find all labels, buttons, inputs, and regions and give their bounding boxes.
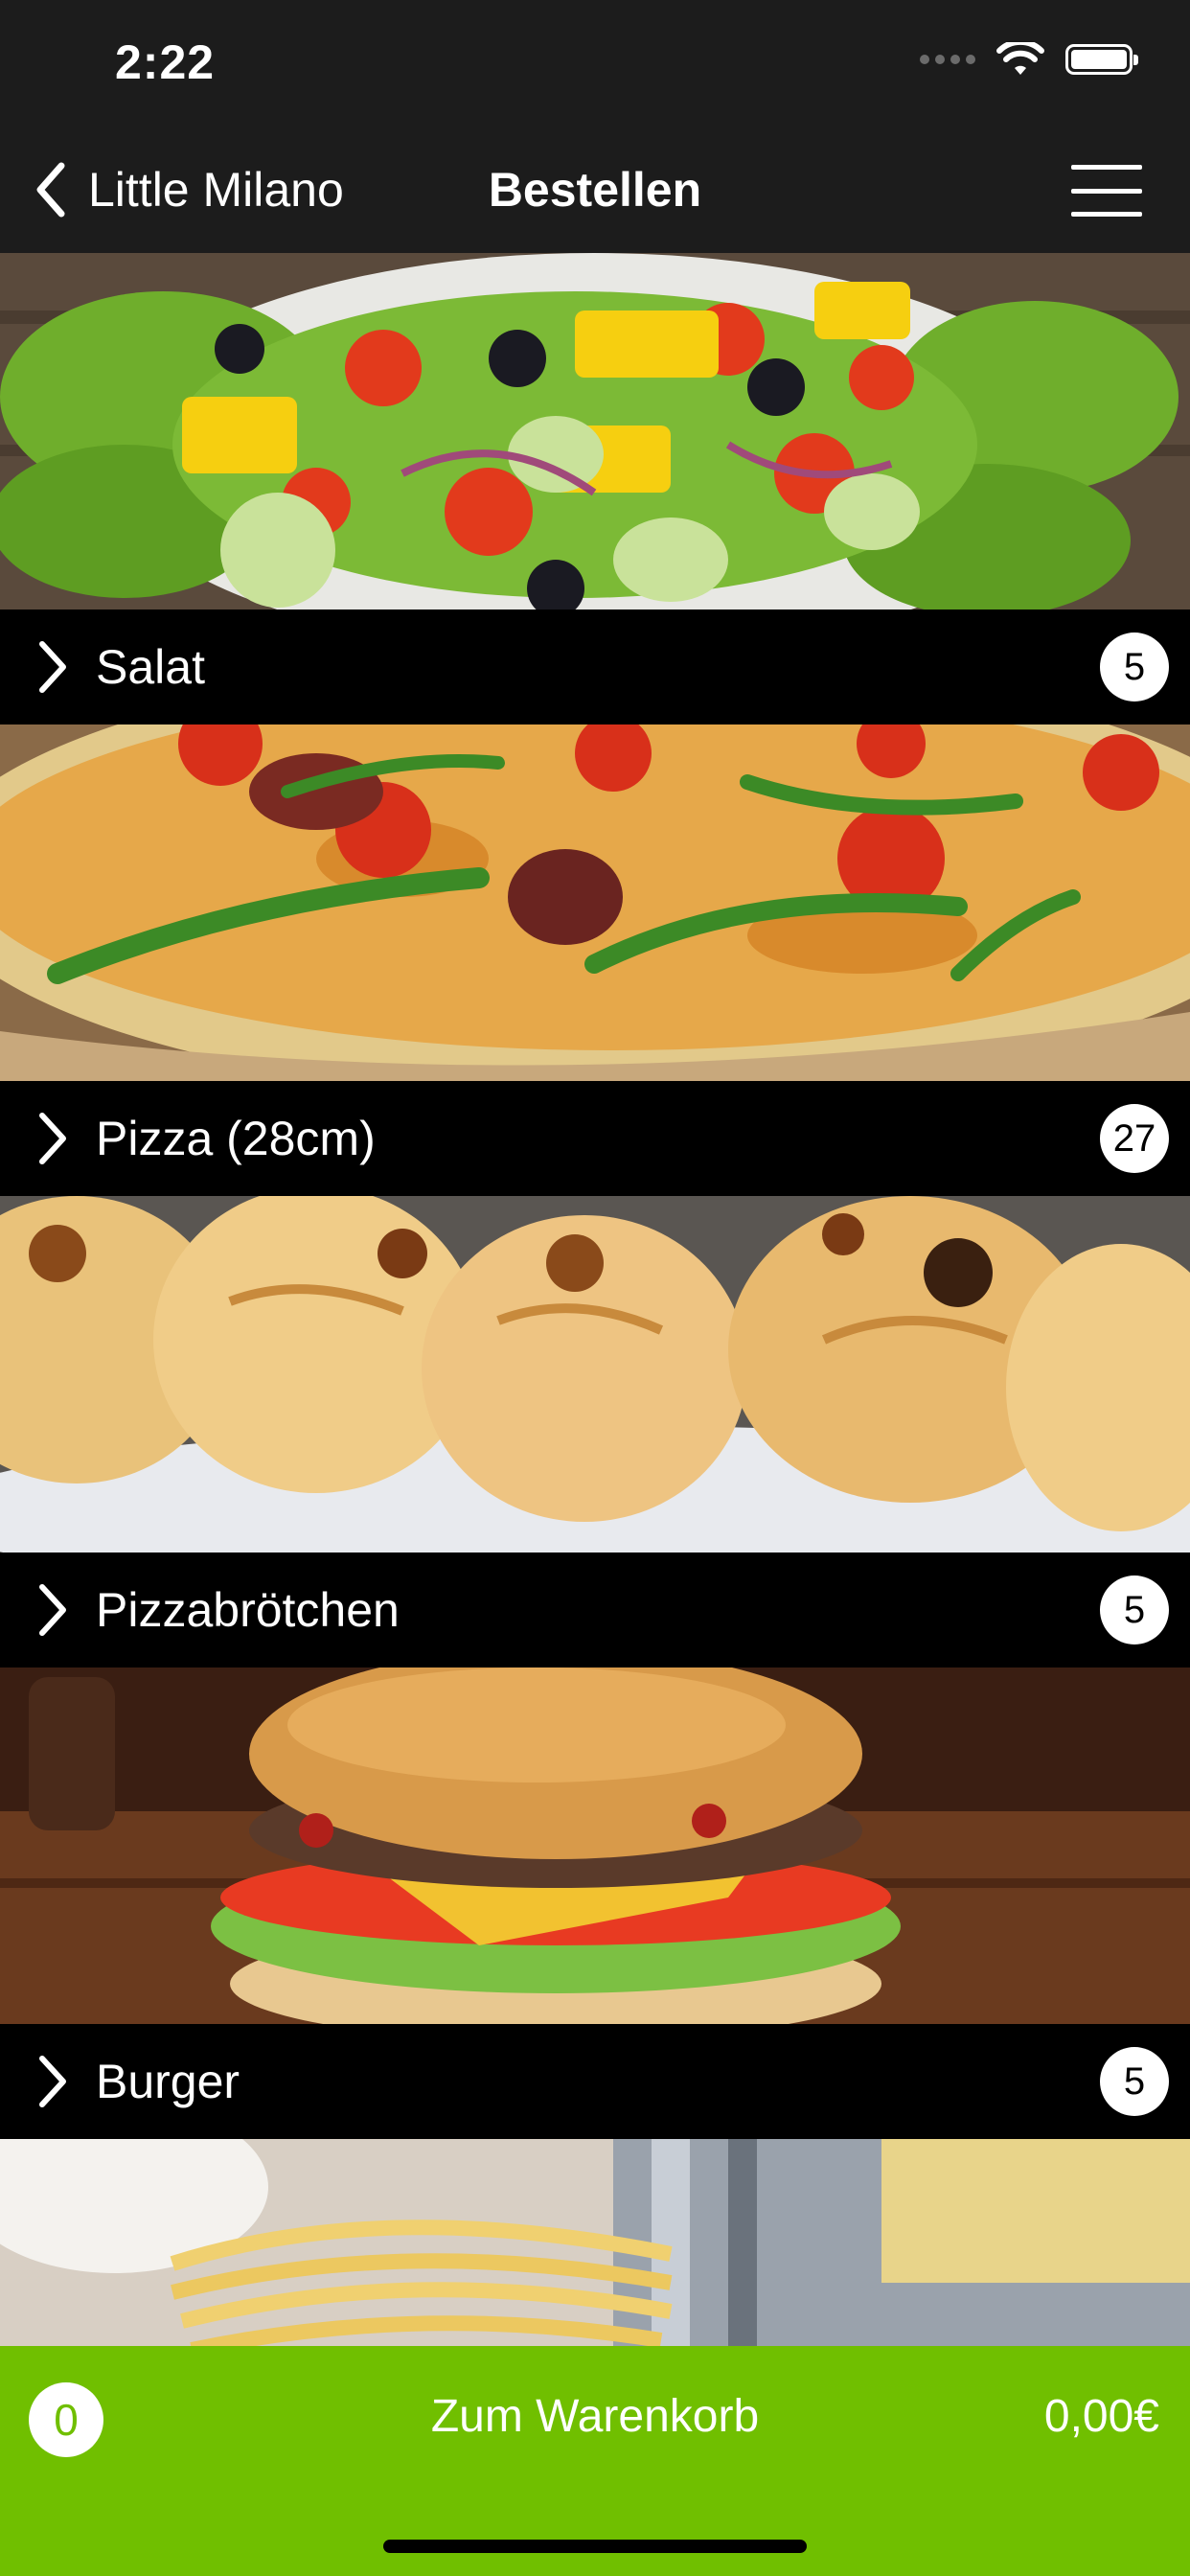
status-time: 2:22 [115,35,216,89]
chevron-right-icon [39,1113,66,1164]
category-image-pizzabroetchen [0,1196,1190,1552]
category-item-salat[interactable]: Salat 5 [0,253,1190,724]
category-item-burger[interactable]: Burger 5 [0,1668,1190,2139]
cart-button[interactable]: 0 Zum Warenkorb 0,00€ [0,2346,1190,2576]
battery-icon [1065,44,1138,75]
category-image-salat [0,253,1190,610]
wifi-icon [996,42,1044,75]
category-bar-pizza: Pizza (28cm) 27 [0,1081,1190,1196]
chevron-left-icon [36,162,65,218]
category-item-pizza[interactable]: Pizza (28cm) 27 [0,724,1190,1196]
category-image-burger [0,1668,1190,2024]
cellular-signal-icon [920,55,975,64]
navigation-bar: Little Milano Bestellen [0,126,1190,253]
category-count-badge: 5 [1100,632,1169,702]
chevron-right-icon [39,2056,66,2107]
category-item-pizzabroetchen[interactable]: Pizzabrötchen 5 [0,1196,1190,1668]
chevron-right-icon [39,641,66,693]
category-count-badge: 5 [1100,1576,1169,1644]
category-count-badge: 27 [1100,1104,1169,1173]
category-list: Salat 5 Pizza (28cm) 27 Pizzabrötchen 5 … [0,253,1190,2496]
category-count-badge: 5 [1100,2047,1169,2116]
chevron-right-icon [39,1584,66,1636]
category-label: Pizza (28cm) [96,1112,376,1165]
category-label: Pizzabrötchen [96,1583,400,1637]
category-label: Burger [96,2055,240,2108]
cart-total: 0,00€ [1043,2391,1159,2442]
home-indicator[interactable] [383,2540,807,2553]
category-bar-salat: Salat 5 [0,610,1190,724]
status-bar: 2:22 [0,0,1190,126]
category-bar-burger: Burger 5 [0,2024,1190,2139]
back-button-label: Little Milano [88,163,344,217]
category-label: Salat [96,640,205,694]
hamburger-menu-icon[interactable] [1071,165,1142,217]
status-icons [920,42,1138,77]
category-bar-pizzabroetchen: Pizzabrötchen 5 [0,1552,1190,1668]
back-button[interactable]: Little Milano [34,126,344,253]
category-image-pizza [0,724,1190,1081]
cart-label: Zum Warenkorb [430,2391,760,2442]
